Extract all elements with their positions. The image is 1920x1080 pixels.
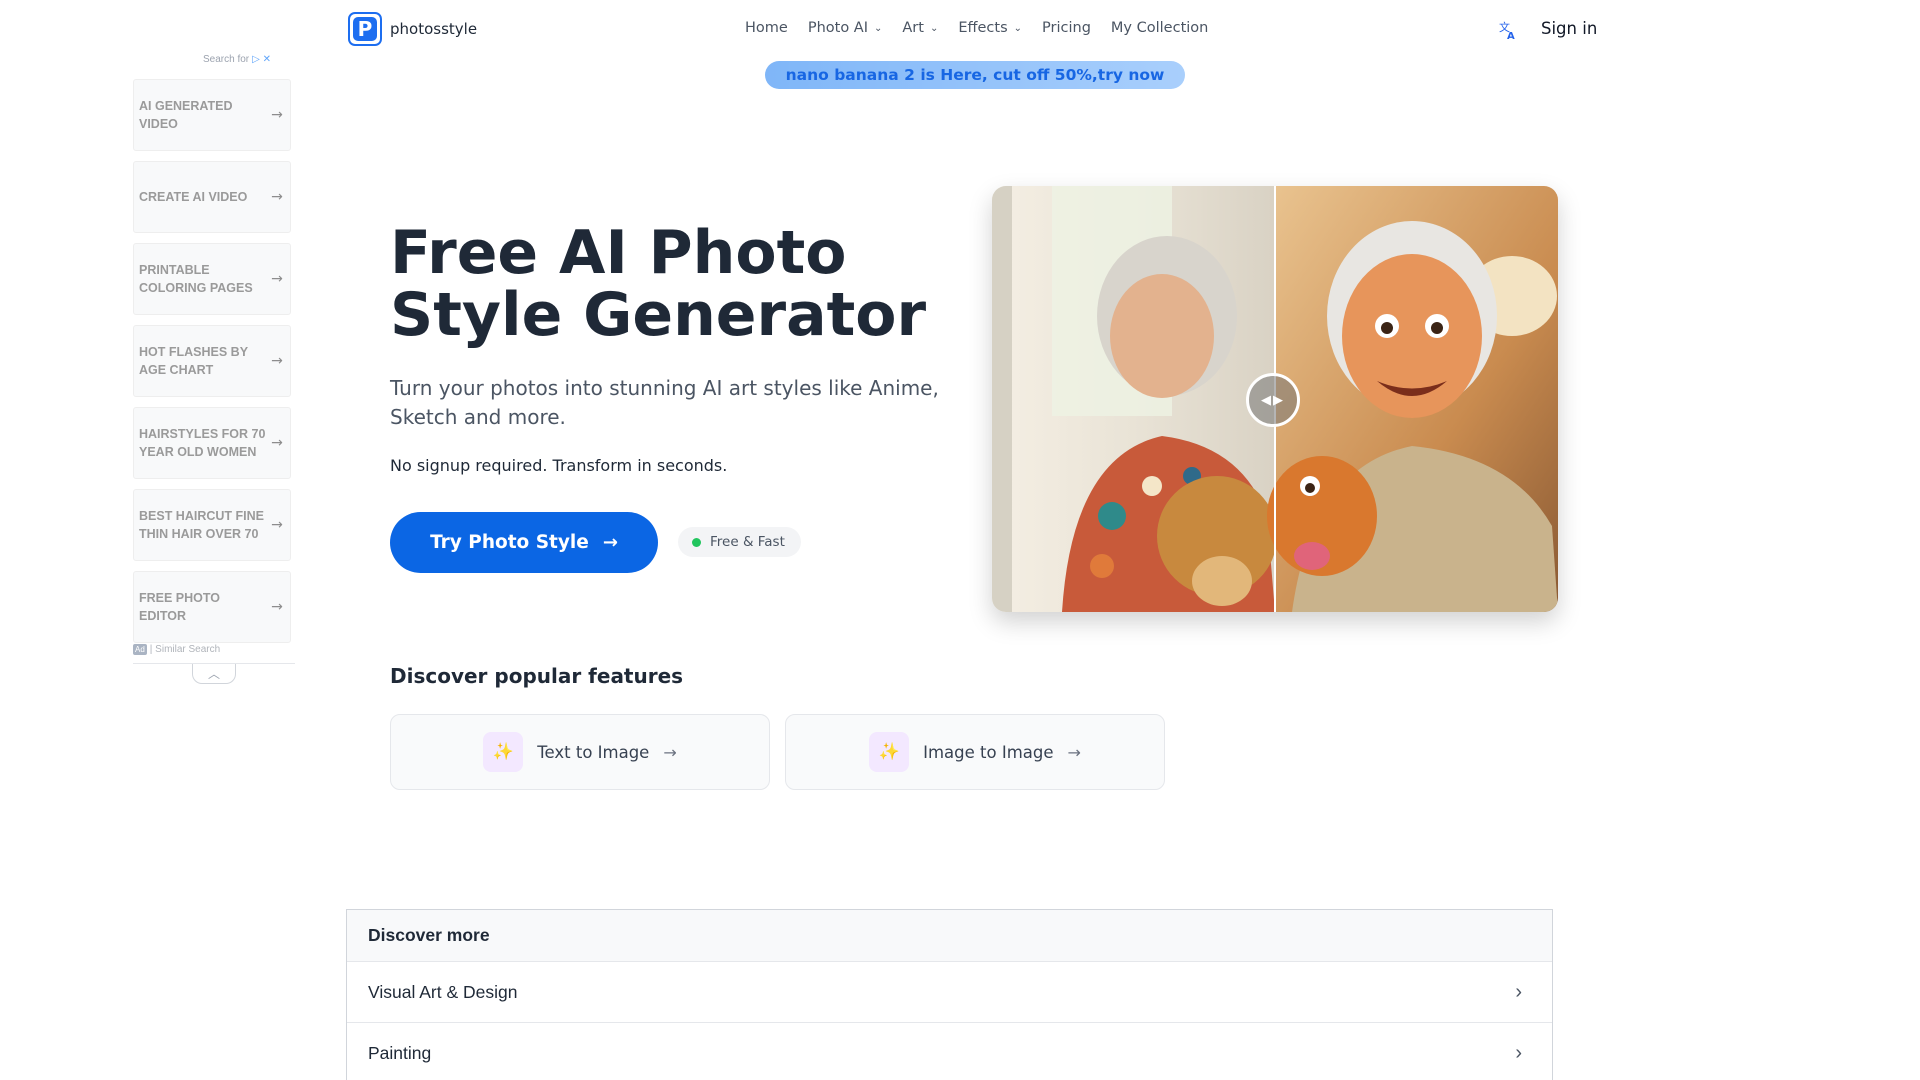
- arrow-right-icon: →: [271, 107, 283, 123]
- nav-art[interactable]: Art ⌄: [902, 20, 938, 36]
- arrow-right-icon: →: [1067, 742, 1081, 762]
- ad-item[interactable]: AI GENERATED VIDEO →: [133, 79, 291, 151]
- arrow-right-icon: →: [602, 532, 618, 553]
- ad-badge: Ad: [133, 643, 147, 655]
- text-to-image-card[interactable]: ✨ Text to Image →: [390, 714, 770, 790]
- image-to-image-card[interactable]: ✨ Image to Image →: [785, 714, 1165, 790]
- logo-icon: P: [348, 12, 382, 46]
- brand-name: photosstyle: [390, 20, 478, 38]
- arrow-right-icon: →: [271, 435, 283, 451]
- hero-title: Free AI Photo Style Generator: [390, 218, 927, 350]
- nav-home[interactable]: Home: [745, 20, 788, 36]
- ad-item[interactable]: FREE PHOTO EDITOR →: [133, 571, 291, 643]
- chevron-right-icon: ›: [1515, 1041, 1522, 1064]
- promo-banner[interactable]: nano banana 2 is Here, cut off 50%,try n…: [765, 61, 1185, 89]
- arrow-right-icon: →: [271, 517, 283, 533]
- chevron-right-icon: ›: [1515, 980, 1522, 1003]
- main-nav: Home Photo AI ⌄ Art ⌄ Effects ⌄ Pricing My …: [745, 20, 1228, 36]
- nav-photo-ai[interactable]: Photo AI ⌄: [808, 20, 883, 36]
- ad-footer: Ad | Similar Search: [133, 643, 221, 655]
- features-title: Discover popular features: [390, 664, 684, 688]
- arrow-right-icon: →: [271, 271, 283, 287]
- collapse-ad-button[interactable]: ︿: [192, 664, 236, 684]
- nav-my-collection[interactable]: My Collection: [1111, 20, 1208, 36]
- ad-list: AI GENERATED VIDEO → CREATE AI VIDEO → PRI…: [133, 79, 291, 653]
- discover-more-item[interactable]: Visual Art & Design ›: [347, 961, 1552, 1022]
- chevron-up-icon: ︿: [207, 667, 220, 681]
- ad-item[interactable]: HOT FLASHES BY AGE CHART →: [133, 325, 291, 397]
- svg-text:A: A: [1507, 31, 1515, 41]
- sign-in-link[interactable]: Sign in: [1541, 19, 1597, 38]
- arrow-right-icon: →: [271, 353, 283, 369]
- ad-item[interactable]: PRINTABLE COLORING PAGES →: [133, 243, 291, 315]
- arrow-right-icon: →: [271, 599, 283, 615]
- chevron-down-icon: ⌄: [874, 22, 883, 34]
- sparkles-icon: ✨: [483, 732, 524, 772]
- arrow-right-icon: →: [663, 742, 677, 762]
- ad-item[interactable]: HAIRSTYLES FOR 70 YEAR OLD WOMEN →: [133, 407, 291, 479]
- status-dot-icon: [692, 537, 701, 547]
- discover-more-title: Discover more: [347, 910, 1552, 961]
- nav-pricing[interactable]: Pricing: [1042, 20, 1091, 36]
- arrow-right-icon: →: [271, 189, 283, 205]
- site-header: P photosstyle Home Photo AI ⌄ Art ⌄ Effect…: [0, 0, 1920, 60]
- free-fast-badge: Free & Fast: [678, 527, 801, 557]
- drag-arrows-icon: ◀▶: [1261, 392, 1285, 408]
- try-photo-style-button[interactable]: Try Photo Style →: [390, 512, 658, 573]
- chevron-down-icon: ⌄: [929, 22, 939, 34]
- language-translate-icon[interactable]: 文 A: [1497, 19, 1519, 42]
- sparkles-icon: ✨: [869, 732, 910, 772]
- hero-subtitle: Turn your photos into stunning AI art st…: [390, 376, 939, 429]
- logo-link[interactable]: P photosstyle: [348, 12, 477, 46]
- hero-note: No signup required. Transform in seconds…: [390, 456, 728, 475]
- discover-more-panel: Discover more Visual Art & Design › Pain…: [346, 909, 1553, 1080]
- nav-effects[interactable]: Effects ⌄: [958, 20, 1022, 36]
- ad-item[interactable]: BEST HAIRCUT FINE THIN HAIR OVER 70 →: [133, 489, 291, 561]
- discover-more-item[interactable]: Painting ›: [347, 1022, 1552, 1080]
- ad-item[interactable]: CREATE AI VIDEO →: [133, 161, 291, 233]
- chevron-down-icon: ⌄: [1013, 22, 1023, 34]
- comparison-slider-handle[interactable]: ◀▶: [1246, 373, 1300, 427]
